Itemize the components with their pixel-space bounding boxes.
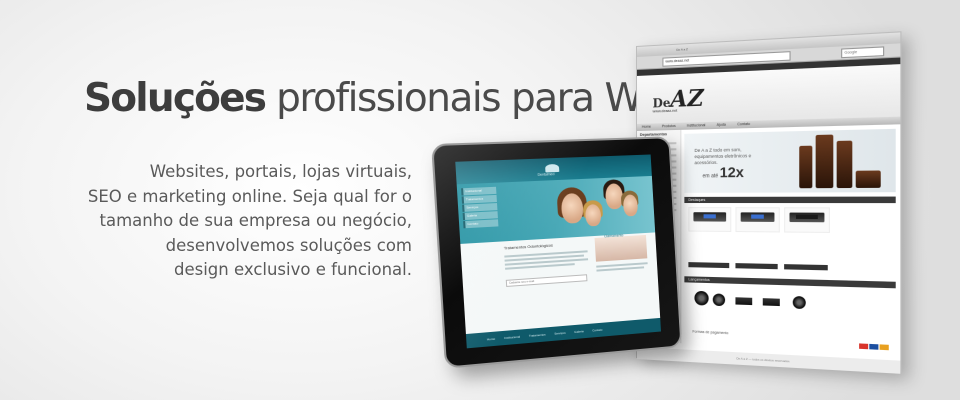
description-line: SEO e marketing online. Seja qual for o — [87, 186, 412, 206]
tablet-footer-link: Serviços — [554, 330, 566, 336]
speaker-image — [799, 145, 813, 189]
promo-price: em até 12x — [703, 164, 744, 181]
site-nav-item: Home — [641, 124, 651, 129]
tablet-content-title: Tratamentos Odontológicos — [503, 242, 553, 251]
description-line: desenvolvemos soluções com — [165, 235, 412, 255]
speaker-product — [792, 295, 806, 310]
product-card — [688, 207, 732, 232]
tablet-menu-item: Contato — [463, 219, 499, 229]
site-nav-item: Contato — [737, 121, 751, 127]
section-bar-featured: Destaques — [684, 196, 896, 204]
section-bar-new: Lançamentos — [684, 276, 896, 289]
tablet-mockup: Dentalmed Institucional Tratamentos Serv… — [431, 136, 683, 369]
payment-text: Formas de pagamento — [692, 329, 729, 336]
price-bar — [784, 264, 828, 271]
tablet-footer-link: Galeria — [574, 329, 584, 335]
headline: Soluções profissionais para WEB — [84, 76, 691, 121]
tablet-footer-link: Institucional — [503, 334, 521, 341]
description-line: design exclusivo e funcional. — [174, 260, 412, 279]
description-line: Websites, portais, lojas virtuais, — [149, 162, 412, 181]
speaker-image — [836, 140, 853, 189]
site-nav-item: Institucional — [686, 123, 706, 128]
tablet-screen: Dentalmed Institucional Tratamentos Serv… — [455, 154, 661, 349]
tablet-site-name: Dentalmed — [537, 172, 555, 177]
payment-cards — [858, 335, 889, 356]
hero-banner: Soluções profissionais para WEB Websites… — [0, 0, 960, 400]
speaker-image — [815, 134, 834, 189]
tablet-footer-link: Tratamentos — [528, 332, 546, 338]
product-card — [784, 207, 830, 234]
promo-prefix: em até — [702, 173, 719, 180]
speaker-image — [855, 170, 881, 188]
smile-image — [594, 234, 648, 262]
product-card — [735, 207, 780, 233]
tablet-newsletter-field: Cadastre seu e-mail — [505, 274, 588, 287]
price-bar — [688, 262, 730, 269]
description-line: tamanho de sua empresa ou negócio, — [99, 211, 413, 230]
headline-rest: profissionais para WEB — [265, 76, 691, 121]
site-nav-item: Produtos — [661, 123, 676, 129]
amplifier-product — [762, 298, 780, 307]
tablet-content: Tratamentos Odontológicos Clareamento Ca… — [460, 232, 661, 335]
tablet-footer-link: Home — [486, 336, 496, 342]
site-promo-banner: De A a Z todo em som, equipamentos eletr… — [684, 128, 896, 193]
browser-search-field: Google — [841, 46, 885, 59]
site-logo: DeAZ www.deaaz.net — [653, 85, 704, 113]
speaker-product — [712, 293, 726, 307]
amplifier-product — [735, 297, 753, 306]
speaker-product — [694, 290, 709, 306]
headline-strong: Soluções — [84, 76, 267, 121]
tablet-menu: Institucional Tratamentos Serviços Galer… — [461, 186, 499, 230]
description: Websites, portais, lojas virtuais, SEO e… — [88, 160, 412, 283]
promo-installments: 12x — [719, 163, 744, 181]
tablet-footer-link: Contato — [592, 327, 603, 333]
price-bar — [735, 263, 778, 270]
site-nav-item: Ajuda — [716, 122, 726, 127]
